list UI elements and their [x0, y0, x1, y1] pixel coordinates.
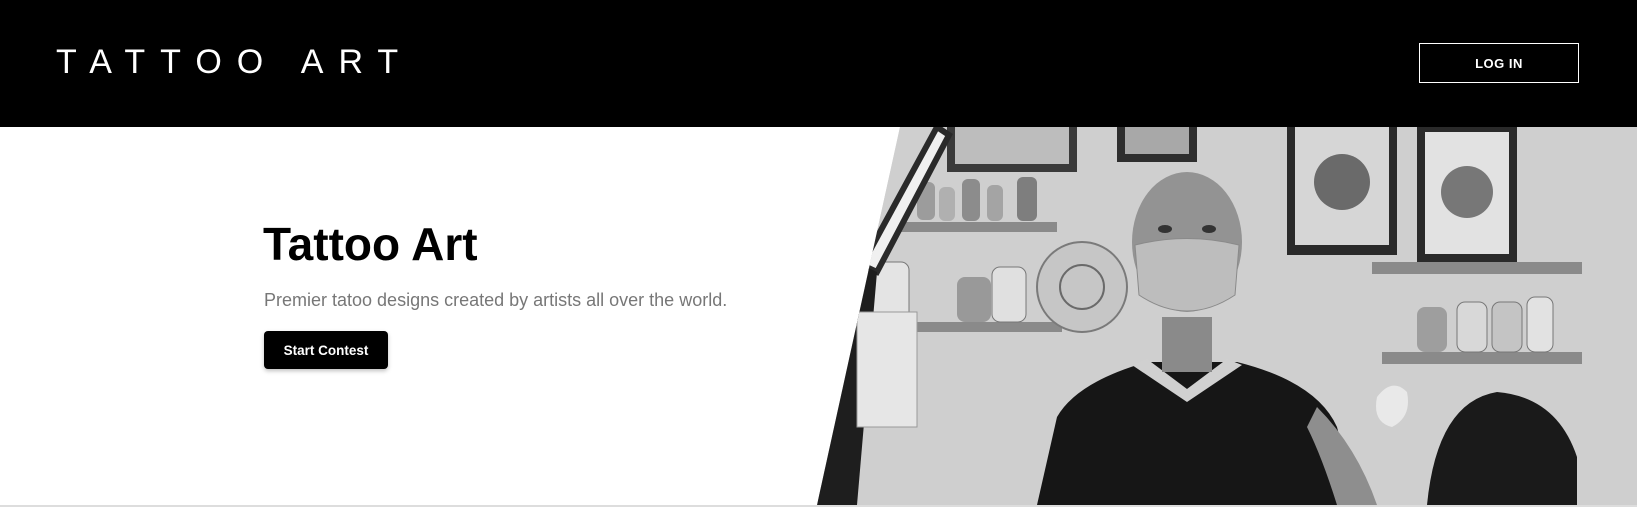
hero-title: Tattoo Art	[263, 218, 478, 270]
photo-illustration	[817, 127, 1637, 505]
site-logo-text[interactable]: TATTOO ART	[56, 42, 413, 82]
top-navigation-bar: TATTOO ART LOG IN	[0, 0, 1637, 127]
start-contest-button[interactable]: Start Contest	[264, 331, 388, 369]
tattoo-artist-photo	[817, 127, 1637, 505]
login-button[interactable]: LOG IN	[1419, 43, 1579, 83]
hero-subtitle: Premier tatoo designs created by artists…	[264, 290, 728, 310]
